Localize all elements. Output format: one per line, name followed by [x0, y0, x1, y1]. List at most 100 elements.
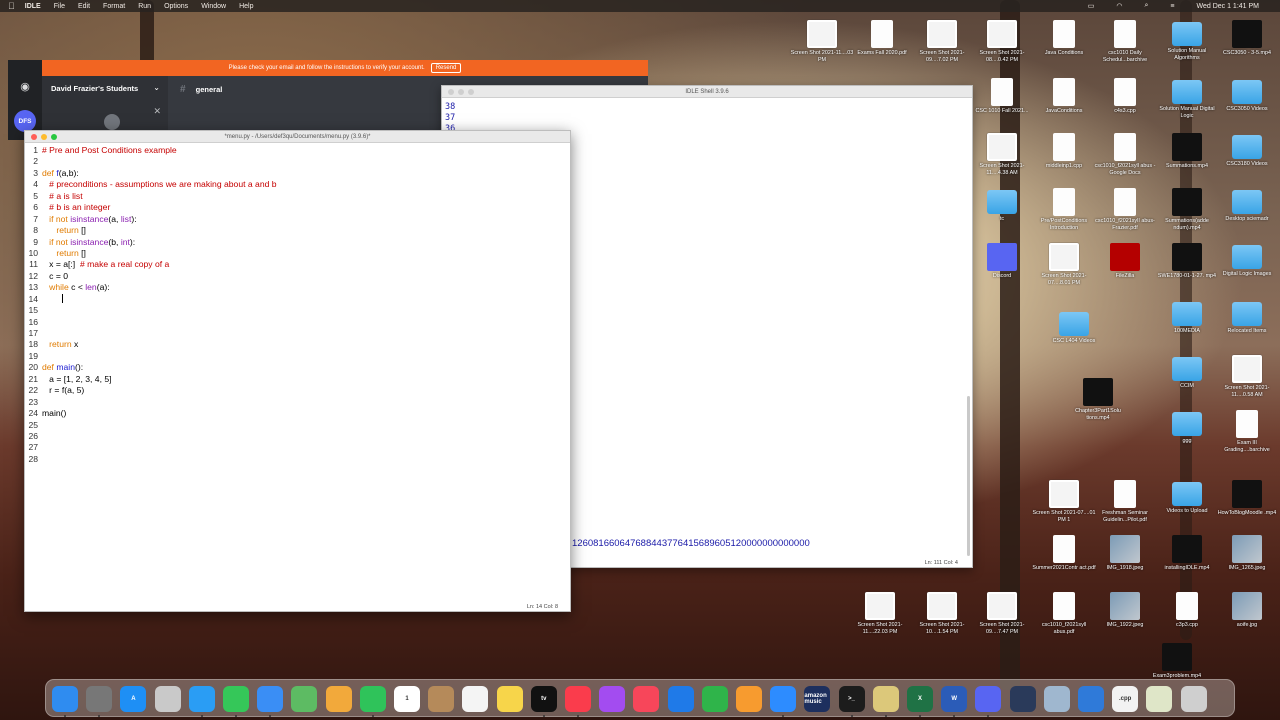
desktop-icon[interactable]: HowToBlogMoodle .mp4 — [1215, 480, 1279, 517]
chevron-down-icon[interactable]: ⌄ — [153, 83, 160, 92]
zoom-button[interactable] — [51, 134, 57, 140]
desktop-icon[interactable]: Summations.mp4 — [1155, 133, 1219, 170]
desktop-icon[interactable]: JavaConditions — [1032, 78, 1096, 115]
desktop-icon[interactable]: Videos to Upload — [1155, 480, 1219, 515]
excel-icon[interactable]: X — [907, 686, 933, 712]
tv-icon[interactable]: tv — [530, 686, 557, 712]
desktop-icon[interactable]: Screen Shot 2021-11....22.03 PM — [848, 592, 912, 635]
desktop-icon[interactable]: Exam III Grading....barchive — [1215, 410, 1279, 453]
desktop-icon[interactable]: Pre/PostConditions Introduction — [1032, 188, 1096, 231]
close-button[interactable] — [31, 134, 37, 140]
system-preferences-icon[interactable] — [86, 686, 113, 712]
desktop-icon[interactable]: IMG_1918.jpeg — [1093, 535, 1157, 572]
editor-titlebar[interactable]: *menu.py - /Users/def3qu/Documents/menu.… — [25, 131, 570, 143]
desktop-icon[interactable]: Screen Shot 2021-10....1.54 PM — [910, 592, 974, 635]
desktop-icon[interactable]: Exams Fall 2020.pdf — [850, 20, 914, 57]
desktop-icon[interactable]: c3p3.cpp — [1155, 592, 1219, 629]
calendar-icon[interactable]: 1 — [394, 686, 420, 712]
desktop-icon[interactable]: Screen Shot 2021-11....0.58 AM — [1215, 355, 1279, 398]
desktop-icon[interactable]: Chapter3Part1Solu tions.mp4 — [1066, 378, 1130, 421]
preview-icon[interactable] — [1043, 686, 1070, 712]
app-store-icon[interactable]: A — [120, 686, 147, 712]
desktop-icon[interactable]: 100MEDIA — [1155, 300, 1219, 335]
launchpad-icon[interactable] — [154, 686, 181, 712]
menu-clock[interactable]: Wed Dec 1 1:41 PM — [1196, 3, 1259, 10]
quicktime-icon[interactable] — [1009, 686, 1036, 712]
mail-icon[interactable] — [257, 686, 284, 712]
desktop-icon[interactable]: Java Conditions — [1032, 20, 1096, 57]
resend-button[interactable]: Resend — [430, 63, 462, 73]
desktop-icon[interactable]: IMG_1265.jpeg — [1215, 535, 1279, 572]
avatar[interactable] — [104, 114, 120, 130]
desktop-icon[interactable]: c4s3.cpp — [1093, 78, 1157, 115]
maps-icon[interactable] — [291, 686, 318, 712]
menu-run[interactable]: Run — [138, 3, 151, 10]
menu-help[interactable]: Help — [239, 3, 253, 10]
desktop-icon[interactable]: Discord — [970, 243, 1034, 280]
code-area[interactable]: 1 # Pre and Post Conditions example 2 3 de… — [25, 145, 570, 465]
desktop-icon[interactable]: CSC L404 Videos — [1042, 310, 1106, 345]
menu-edit[interactable]: Edit — [78, 3, 90, 10]
menu-window[interactable]: Window — [201, 3, 226, 10]
desktop-icon[interactable]: ggg — [1155, 410, 1219, 445]
desktop-icon[interactable]: aoife.jpg — [1215, 592, 1279, 629]
close-icon[interactable]: ✕ — [153, 106, 161, 117]
desktop-icon[interactable]: Screen Shot 2021-11....4.38 AM — [970, 133, 1034, 176]
menu-format[interactable]: Format — [103, 3, 125, 10]
shell-titlebar[interactable]: IDLE Shell 3.9.6 — [442, 86, 972, 98]
desktop-icon[interactable]: SWE1780-01-1-27. mp4 — [1155, 243, 1219, 280]
reminders-icon[interactable] — [462, 686, 489, 712]
safari-icon[interactable] — [188, 686, 215, 712]
desktop-icon[interactable]: CSC 1010 Fall 2021... — [970, 78, 1034, 115]
desktop-icon[interactable]: Screen Shot 2021-08....0.42 PM — [970, 20, 1034, 63]
cpp-file-icon[interactable]: .cpp — [1112, 686, 1139, 712]
search-icon[interactable]: ⌕ — [1144, 2, 1148, 10]
desktop-icon[interactable]: Screen Shot 2021-09....7.02 PM — [910, 20, 974, 63]
desktop-icon[interactable]: Solution Manual Digital Logic — [1155, 78, 1219, 119]
desktop-icon[interactable]: Screen Shot 2021-09....7.47 PM — [970, 592, 1034, 635]
desktop-icon[interactable]: CCIM — [1155, 355, 1219, 390]
desktop-icon[interactable]: CSC3050 - 3-5.mp4 — [1215, 20, 1279, 57]
amazon-music-icon[interactable]: amazon music — [804, 686, 831, 712]
battery-icon[interactable]: ▭ — [1088, 2, 1095, 10]
apple-icon[interactable]:  — [8, 1, 15, 11]
desktop-icon[interactable]: Summer2021Contr act.pdf — [1032, 535, 1096, 572]
trash-icon[interactable] — [1180, 686, 1207, 712]
desktop-icon[interactable]: Solution Manual Algorithms — [1155, 20, 1219, 61]
numbers-icon[interactable] — [701, 686, 728, 712]
desktop-icon[interactable]: Screen Shot 2021-07....8.01 PM — [1032, 243, 1096, 286]
desktop-icon[interactable]: Summations(adde ndum).mp4 — [1155, 188, 1219, 231]
contacts-icon[interactable] — [428, 686, 455, 712]
minimize-button[interactable] — [458, 89, 464, 95]
notes-icon[interactable] — [496, 686, 523, 712]
control-center-icon[interactable]: ≡ — [1170, 3, 1174, 10]
finder-icon[interactable] — [52, 686, 78, 712]
desktop-icon[interactable]: FileZilla — [1093, 243, 1157, 280]
discord-icon[interactable] — [975, 686, 1002, 712]
shell-scrollbar[interactable] — [967, 396, 970, 556]
desktop-icon[interactable]: csc1010_f2021syll abus - Google Docs — [1093, 133, 1157, 176]
server-name[interactable]: David Frazier's Students — [51, 84, 138, 93]
music-icon[interactable] — [565, 686, 591, 712]
podcasts-icon[interactable] — [599, 686, 626, 712]
facetime-icon[interactable] — [359, 686, 386, 712]
terminal-icon[interactable]: >_ — [838, 686, 865, 712]
menu-options[interactable]: Options — [164, 3, 188, 10]
word-icon[interactable]: W — [941, 686, 968, 712]
desktop-icon[interactable]: Screen Shot 2021-07....01 PM 1 — [1032, 480, 1096, 523]
photos-icon[interactable] — [325, 686, 352, 712]
desktop-icon[interactable]: middleinp1.cpp — [1032, 133, 1096, 170]
desktop-icon[interactable]: installingIDLE.mp4 — [1155, 535, 1219, 572]
desktop-icon[interactable]: CSC3050 Videos — [1215, 78, 1279, 113]
desktop-icon[interactable]: Desktop sciemadr — [1215, 188, 1279, 223]
desktop-icon[interactable]: csc1010 Daily Schedul...barchive — [1093, 20, 1157, 63]
python-icon[interactable] — [872, 686, 899, 712]
minimize-button[interactable] — [41, 134, 47, 140]
news-icon[interactable] — [633, 686, 660, 712]
menu-file[interactable]: File — [54, 3, 65, 10]
desktop-icon[interactable]: Freshman Seminar Guidelin...Pilot.pdf — [1093, 480, 1157, 523]
desktop-icon[interactable]: Relocated Items — [1215, 300, 1279, 335]
desktop-icon[interactable]: Screen Shot 2021-11....03 PM — [790, 20, 854, 63]
server-badge[interactable]: DFS — [14, 110, 36, 132]
discord-home-icon[interactable]: ◉ — [17, 80, 33, 94]
